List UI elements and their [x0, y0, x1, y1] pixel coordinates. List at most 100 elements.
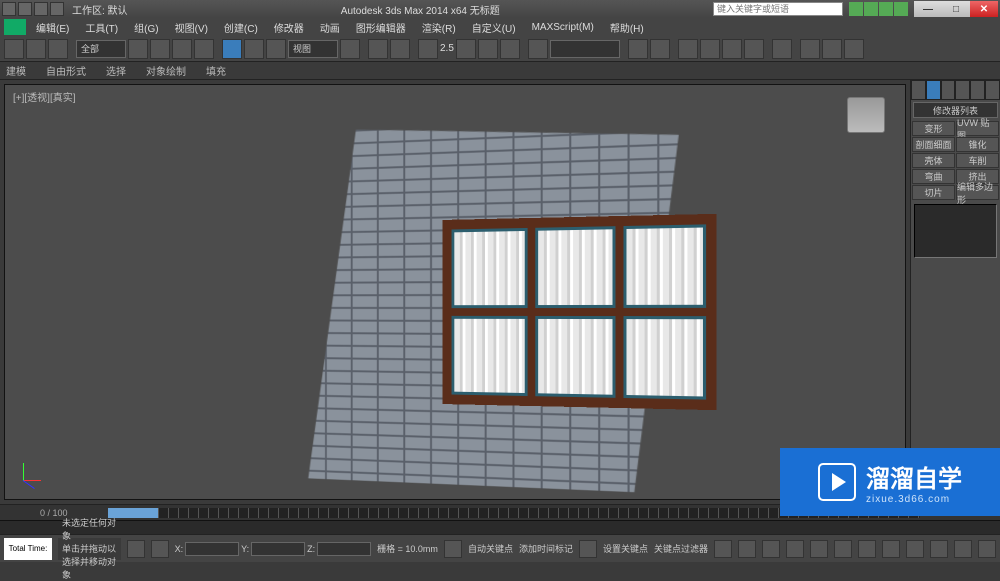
window-maximize-button[interactable]: □: [942, 1, 970, 17]
mirror-icon[interactable]: [628, 39, 648, 59]
mod-btn[interactable]: 编辑多边形: [956, 185, 999, 200]
menu-create[interactable]: 创建(C): [218, 20, 264, 35]
play-icon[interactable]: [762, 540, 780, 558]
workspace-selector[interactable]: 工作区: 默认: [72, 2, 128, 17]
graphite-icon[interactable]: [700, 39, 720, 59]
track-bar[interactable]: [0, 520, 1000, 534]
coord-z-input[interactable]: [317, 542, 371, 556]
menu-maxscript[interactable]: MAXScript(M): [526, 22, 600, 33]
isolate-icon[interactable]: [151, 540, 169, 558]
menu-group[interactable]: 组(G): [128, 20, 164, 35]
panel-tab-utilities[interactable]: [985, 80, 1000, 100]
material-editor-icon[interactable]: [772, 39, 792, 59]
snap-angle-icon[interactable]: [456, 39, 476, 59]
spinner-snap-icon[interactable]: [500, 39, 520, 59]
manipulate-icon[interactable]: [368, 39, 388, 59]
select-link-icon[interactable]: [4, 39, 24, 59]
fov-icon[interactable]: [906, 540, 924, 558]
maximize-viewport-icon[interactable]: [978, 540, 996, 558]
setkey-button[interactable]: [579, 540, 597, 558]
ribbon-tab-selection[interactable]: 选择: [106, 63, 126, 78]
time-slider-thumb[interactable]: [108, 508, 158, 518]
menu-help[interactable]: 帮助(H): [604, 20, 650, 35]
panel-tab-hierarchy[interactable]: [941, 80, 956, 100]
viewport-perspective[interactable]: [+][透视][真实]: [4, 84, 906, 500]
select-object-icon[interactable]: [128, 39, 148, 59]
select-region-icon[interactable]: [172, 39, 192, 59]
ribbon-tab-modeling[interactable]: 建模: [6, 63, 26, 78]
quick-undo-icon[interactable]: [18, 2, 32, 16]
mod-btn[interactable]: 切片: [912, 185, 955, 200]
help-search-input[interactable]: [713, 2, 843, 16]
render-setup-icon[interactable]: [800, 39, 820, 59]
panel-tab-modify[interactable]: [926, 80, 941, 100]
align-icon[interactable]: [650, 39, 670, 59]
modifier-stack[interactable]: [914, 204, 997, 258]
rendered-frame-icon[interactable]: [822, 39, 842, 59]
unlink-icon[interactable]: [26, 39, 46, 59]
help-icon[interactable]: [894, 2, 908, 16]
snap-2d-icon[interactable]: [418, 39, 438, 59]
selection-filter-combo[interactable]: 全部: [76, 40, 126, 58]
menu-tools[interactable]: 工具(T): [79, 20, 124, 35]
bind-spacewarp-icon[interactable]: [48, 39, 68, 59]
goto-start-icon[interactable]: [714, 540, 732, 558]
window-close-button[interactable]: ✕: [970, 1, 998, 17]
mod-btn[interactable]: 锥化: [956, 137, 999, 152]
mod-btn[interactable]: 剖面细面: [912, 137, 955, 152]
window-cross-icon[interactable]: [194, 39, 214, 59]
quick-redo-icon[interactable]: [34, 2, 48, 16]
ribbon-tab-objectpaint[interactable]: 对象绘制: [146, 63, 186, 78]
pan-icon[interactable]: [930, 540, 948, 558]
keyfilter-label[interactable]: 关键点过滤器: [654, 542, 708, 555]
mod-btn[interactable]: 壳体: [912, 153, 955, 168]
panel-tab-display[interactable]: [970, 80, 985, 100]
select-move-icon[interactable]: [222, 39, 242, 59]
panel-tab-create[interactable]: [911, 80, 926, 100]
menu-edit[interactable]: 编辑(E): [30, 20, 75, 35]
menu-grapheditors[interactable]: 图形编辑器: [350, 20, 412, 35]
ribbon-tab-populate[interactable]: 填充: [206, 63, 226, 78]
layer-manager-icon[interactable]: [678, 39, 698, 59]
exchange-icon[interactable]: [879, 2, 893, 16]
infocenter-icon[interactable]: [849, 2, 863, 16]
menu-rendering[interactable]: 渲染(R): [416, 20, 462, 35]
addtimetag-label[interactable]: 添加时间标记: [519, 542, 573, 555]
signin-icon[interactable]: [864, 2, 878, 16]
named-selection-combo[interactable]: [550, 40, 620, 58]
mod-btn[interactable]: UVW 贴图: [956, 121, 999, 136]
menu-customize[interactable]: 自定义(U): [466, 20, 522, 35]
coord-y-input[interactable]: [251, 542, 305, 556]
ref-coord-combo[interactable]: 视图: [288, 40, 338, 58]
window-minimize-button[interactable]: —: [914, 1, 942, 17]
mod-btn[interactable]: 弯曲: [912, 169, 955, 184]
mod-btn[interactable]: 变形: [912, 121, 955, 136]
keyboard-shortcut-icon[interactable]: [390, 39, 410, 59]
render-production-icon[interactable]: [844, 39, 864, 59]
zoom-extents-icon[interactable]: [882, 540, 900, 558]
viewport-label[interactable]: [+][透视][真实]: [13, 89, 76, 104]
ribbon-tab-freeform[interactable]: 自由形式: [46, 63, 86, 78]
menu-modifiers[interactable]: 修改器: [268, 20, 310, 35]
viewcube[interactable]: [847, 97, 885, 133]
use-center-icon[interactable]: [340, 39, 360, 59]
quick-link-icon[interactable]: [50, 2, 64, 16]
quick-new-icon[interactable]: [2, 2, 16, 16]
mod-btn[interactable]: 车削: [956, 153, 999, 168]
autokey-button[interactable]: [444, 540, 462, 558]
zoom-icon[interactable]: [834, 540, 852, 558]
orbit-icon[interactable]: [954, 540, 972, 558]
menu-animation[interactable]: 动画: [314, 20, 346, 35]
select-name-icon[interactable]: [150, 39, 170, 59]
snap-percent-icon[interactable]: [478, 39, 498, 59]
prev-frame-icon[interactable]: [738, 540, 756, 558]
named-selection-icon[interactable]: [528, 39, 548, 59]
schematic-icon[interactable]: [744, 39, 764, 59]
zoom-all-icon[interactable]: [858, 540, 876, 558]
panel-tab-motion[interactable]: [955, 80, 970, 100]
goto-end-icon[interactable]: [810, 540, 828, 558]
select-scale-icon[interactable]: [266, 39, 286, 59]
menu-views[interactable]: 视图(V): [169, 20, 214, 35]
select-rotate-icon[interactable]: [244, 39, 264, 59]
lock-selection-icon[interactable]: [127, 540, 145, 558]
